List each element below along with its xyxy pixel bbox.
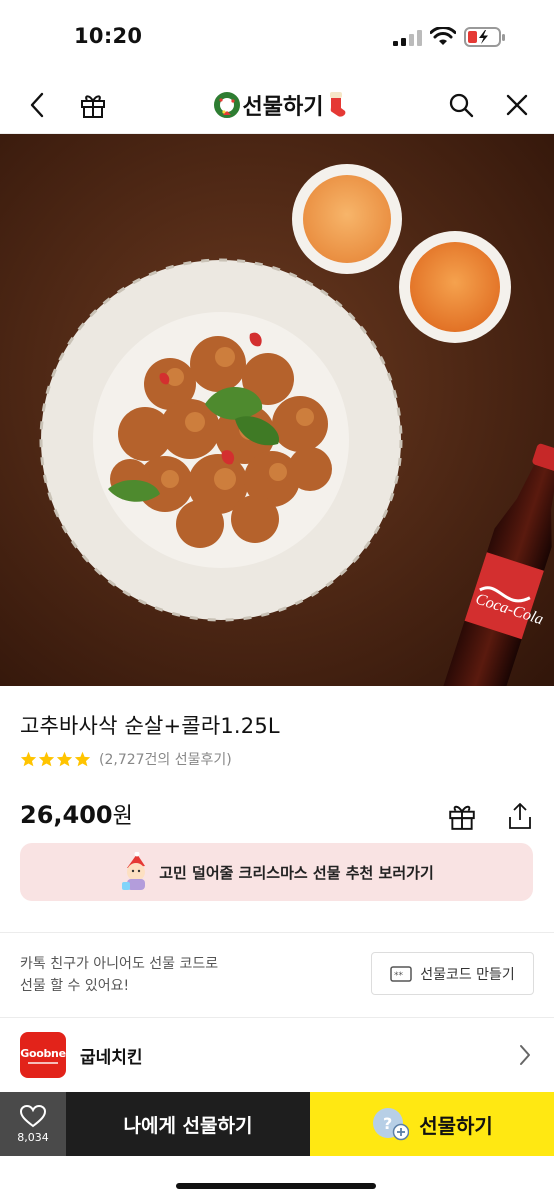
hero-illustration: Coca-Cola [0, 134, 554, 686]
back-chevron-icon [30, 92, 44, 118]
send-gift-label: 선물하기 [419, 1113, 493, 1138]
brand-logo: Goobne [20, 1032, 66, 1078]
price-unit: 원 [112, 804, 133, 829]
heart-icon [19, 1104, 47, 1128]
brand-logo-underline [28, 1061, 58, 1064]
star-icon [56, 751, 73, 767]
gift-box-icon [449, 805, 475, 830]
like-button[interactable]: 8,034 [0, 1092, 66, 1156]
battery-icon [464, 27, 505, 47]
sauce-bowl-icon [399, 231, 511, 343]
status-time: 10:20 [74, 24, 143, 48]
status-bar: 10:20 [0, 0, 554, 76]
brand-row[interactable]: Goobne 굽네치킨 [0, 1018, 554, 1092]
svg-text:?: ? [383, 1114, 392, 1133]
create-gift-code-label: 선물코드 만들기 [420, 966, 515, 983]
brand-logo-text: Goobne [20, 1046, 66, 1060]
product-hero-image[interactable]: Coca-Cola [0, 134, 554, 686]
close-icon [506, 94, 528, 116]
bottom-action-bar: 8,034 나에게 선물하기 ? 선물하기 [0, 1092, 554, 1156]
nav-bar: 선물하기 [0, 76, 554, 134]
sauce-bowl-icon [292, 164, 402, 274]
divider [0, 932, 554, 933]
fried-chicken-plate-icon [39, 258, 403, 622]
wreath-icon [213, 92, 240, 118]
star-icon [38, 751, 55, 767]
nav-title: 선물하기 [242, 95, 324, 120]
star-icon [20, 751, 37, 767]
svg-text:**: ** [394, 971, 404, 981]
nav-title-group: 선물하기 [200, 88, 360, 122]
promo-text: 고민 덜어줄 크리스마스 선물 추천 보러가기 [159, 863, 434, 882]
star-icon [74, 751, 91, 767]
share-button[interactable] [500, 796, 540, 836]
price-value: 26,400 [20, 801, 113, 829]
brand-name: 굽네치킨 [80, 1048, 143, 1068]
create-gift-code-button[interactable]: ** 선물코드 만들기 [371, 952, 534, 995]
rating-row[interactable]: (2,727건의 선물후기) [20, 749, 232, 769]
santa-character-icon [122, 852, 146, 890]
search-icon [449, 93, 474, 118]
gift-code-description-line2: 선물 할 수 있어요! [20, 978, 130, 994]
gift-code-description-line1: 카톡 친구가 아니어도 선물 코드로 [20, 956, 219, 972]
christmas-stocking-icon [330, 92, 346, 117]
rating-stars [20, 751, 91, 767]
friend-add-icon: ? [373, 1108, 410, 1141]
christmas-promo-banner[interactable]: 고민 덜어줄 크리스마스 선물 추천 보러가기 [20, 843, 533, 901]
chevron-right-icon [520, 1045, 530, 1065]
gift-box-icon [81, 95, 105, 118]
back-button[interactable] [18, 86, 56, 124]
wifi-icon [430, 27, 456, 45]
gift-wish-button[interactable] [442, 796, 482, 836]
review-count: (2,727건의 선물후기) [99, 752, 232, 768]
code-box-icon: ** [390, 965, 412, 982]
gift-code-description: 카톡 친구가 아니어도 선물 코드로 선물 할 수 있어요! [20, 953, 280, 997]
search-button[interactable] [442, 86, 480, 124]
gift-box-button[interactable] [74, 86, 112, 124]
signal-icon [393, 30, 422, 46]
close-button[interactable] [498, 86, 536, 124]
price: 26,400원 [20, 798, 133, 830]
gift-to-myself-label: 나에게 선물하기 [123, 1114, 253, 1137]
like-count: 8,034 [17, 1131, 49, 1144]
share-icon [509, 803, 531, 829]
send-gift-button[interactable]: ? 선물하기 [310, 1092, 554, 1156]
product-title: 고추바사삭 순살+콜라1.25L [20, 714, 280, 738]
home-indicator[interactable] [176, 1183, 376, 1189]
gift-to-myself-button[interactable]: 나에게 선물하기 [66, 1092, 310, 1156]
